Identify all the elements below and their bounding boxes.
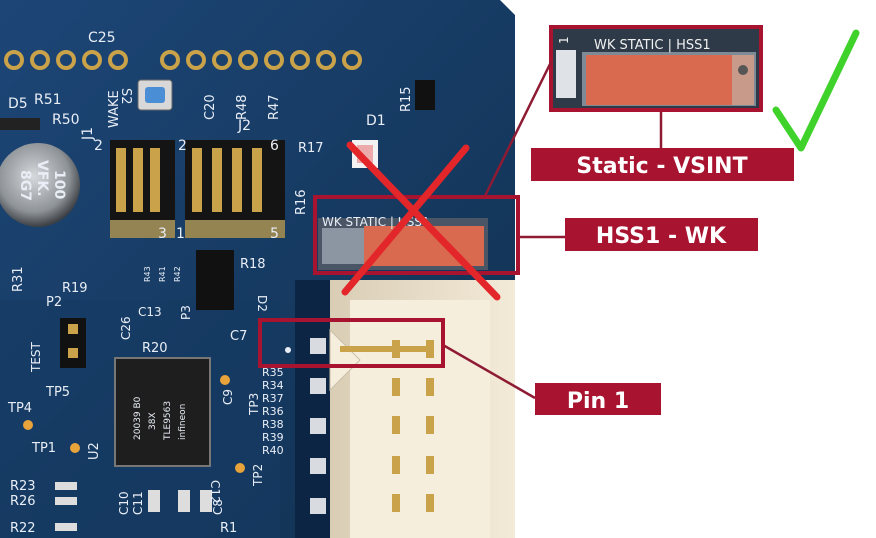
label-static-vsint: Static - VSINT	[531, 148, 794, 181]
silk-r51: R51	[34, 92, 62, 108]
silk-r42: R42	[173, 266, 182, 282]
silk-j2: J2	[237, 118, 251, 134]
silk-r18: R18	[240, 257, 266, 272]
silk-tp3: TP3	[247, 393, 261, 416]
silk-c26: C26	[119, 316, 133, 340]
silk-c25: C25	[88, 30, 116, 46]
silk-r39: R39	[262, 431, 284, 444]
silk-r47: R47	[267, 94, 282, 120]
chip-text-4: infineon	[178, 404, 188, 440]
annotated-pcb-photo: 100 VFK. 8G7 20039 B0 38X TLE9563 infine…	[0, 0, 860, 538]
silk-r17: R17	[298, 141, 324, 156]
silk-d1: D1	[366, 113, 386, 129]
cap-text-2: VFK.	[34, 160, 50, 197]
test-point-tp1	[70, 443, 80, 453]
silk-hdr-2a: 2	[94, 138, 103, 154]
chip-text-2: 38X	[148, 412, 158, 430]
silk-r15: R15	[399, 86, 414, 112]
label-hss1-wk: HSS1 - WK	[565, 218, 758, 251]
silk-d2: D2	[255, 295, 269, 312]
silk-d5: D5	[8, 96, 28, 112]
silk-r40: R40	[262, 444, 284, 457]
test-point-tp4	[23, 420, 33, 430]
silk-hdr-2b: 2	[178, 138, 187, 154]
label-hss1-wk-text: HSS1 - WK	[596, 224, 727, 249]
inset-corner-mark: 1	[557, 36, 571, 44]
silk-tp5: TP5	[45, 385, 70, 400]
silk-hdr-3: 3	[158, 226, 167, 242]
silk-r26: R26	[10, 494, 36, 509]
silk-r43: R43	[143, 266, 152, 282]
switch-inset-photo: WK STATIC | HSS1 1	[549, 25, 763, 112]
silk-c11: C11	[131, 491, 145, 515]
silk-r19: R19	[62, 281, 88, 296]
silk-u2: U2	[87, 442, 102, 460]
silk-r22: R22	[10, 521, 36, 536]
silk-r16: R16	[294, 189, 309, 215]
silk-r48: R48	[235, 94, 250, 120]
pcb-board: 100 VFK. 8G7 20039 B0 38X TLE9563 infine…	[0, 0, 515, 538]
check-mark-icon	[772, 29, 860, 152]
silk-r38: R38	[262, 418, 284, 431]
test-point-tp3	[220, 375, 230, 385]
silk-c7: C7	[230, 329, 247, 344]
silk-hdr-6: 6	[270, 138, 279, 154]
silk-r31: R31	[11, 266, 26, 292]
silk-tp4: TP4	[7, 401, 32, 416]
silk-c20: C20	[203, 94, 218, 120]
inset-switch-knob	[586, 55, 732, 105]
silk-p3: P3	[179, 305, 193, 320]
board-switch-legend: WK STATIC | HSS1	[322, 215, 430, 229]
silk-r36: R36	[262, 405, 284, 418]
cap-text-1: 100	[51, 170, 67, 199]
silk-c10: C10	[117, 491, 131, 515]
silk-wake: WAKE	[107, 90, 122, 128]
silk-tp1: TP1	[31, 441, 56, 456]
silk-hdr-1: 1	[176, 226, 185, 242]
test-point-tp2	[235, 463, 245, 473]
silk-r34: R34	[262, 379, 284, 392]
silk-c9: C9	[221, 389, 235, 405]
cap-text-3: 8G7	[17, 170, 33, 201]
silk-r1: R1	[220, 521, 237, 536]
label-pin1: Pin 1	[535, 383, 661, 415]
silk-hdr-5: 5	[270, 226, 279, 242]
silk-r37: R37	[262, 392, 284, 405]
silk-c13: C13	[138, 305, 162, 319]
silk-test: TEST	[29, 341, 43, 373]
silk-r23: R23	[10, 479, 36, 494]
chip-text-1: 20039 B0	[133, 396, 143, 440]
chip-text-3: TLE9563	[163, 401, 173, 441]
inset-switch-legend: WK STATIC | HSS1	[594, 38, 711, 53]
silk-r50: R50	[52, 112, 80, 128]
silk-c12: C12	[208, 480, 222, 504]
jumper-header-j2	[185, 140, 285, 238]
label-pin1-text: Pin 1	[567, 389, 629, 414]
silk-p2: P2	[46, 295, 62, 310]
silk-r41: R41	[158, 266, 167, 282]
jumper-header-j1	[110, 140, 175, 238]
label-static-vsint-text: Static - VSINT	[576, 154, 747, 179]
silk-tp2: TP2	[251, 464, 265, 487]
silk-r20: R20	[142, 341, 168, 356]
